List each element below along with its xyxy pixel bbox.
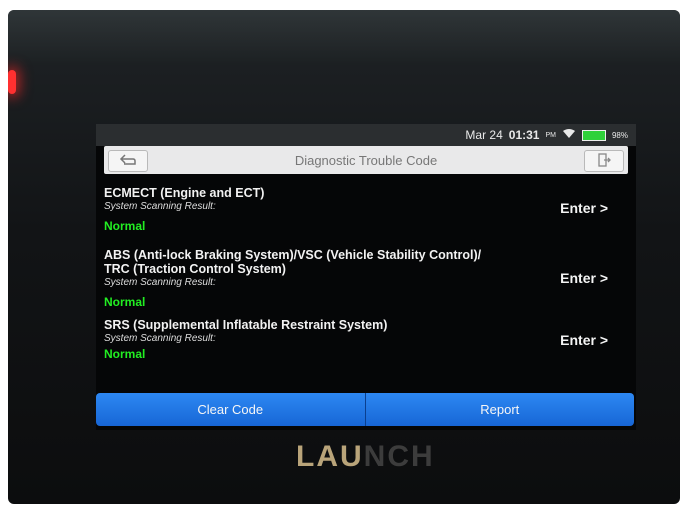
system-name: ECMECT (Engine and ECT)	[104, 186, 265, 200]
status-date: Mar 24	[465, 128, 503, 142]
system-item: SRS (Supplemental Inflatable Restraint S…	[96, 318, 636, 362]
brand-logo-part2: NCH	[363, 440, 435, 473]
title-bar: Diagnostic Trouble Code	[104, 146, 628, 174]
scan-status: Normal	[104, 219, 146, 233]
back-button[interactable]	[108, 150, 148, 172]
report-button[interactable]: Report	[366, 393, 635, 426]
scan-label: System Scanning Result:	[104, 201, 216, 212]
scan-status: Normal	[104, 295, 146, 309]
screen: Mar 24 01:31 PM 98% Diagnostic Trouble C…	[96, 124, 636, 430]
action-bar: Clear Code Report	[96, 393, 634, 426]
exit-icon	[597, 152, 611, 170]
status-bar: Mar 24 01:31 PM 98%	[96, 124, 636, 146]
battery-percent: 98%	[611, 130, 628, 140]
enter-button[interactable]: Enter >	[560, 270, 608, 286]
system-name: TRC (Traction Control System)	[104, 262, 286, 276]
device-top-glare	[8, 10, 680, 65]
back-arrow-icon	[119, 153, 137, 169]
power-led	[8, 70, 16, 94]
page-title: Diagnostic Trouble Code	[294, 152, 438, 168]
enter-button[interactable]: Enter >	[560, 200, 608, 216]
enter-button[interactable]: Enter >	[560, 332, 608, 348]
status-time: 01:31	[508, 128, 540, 142]
battery-icon	[581, 129, 606, 141]
system-item: ECMECT (Engine and ECT) System Scanning …	[96, 186, 636, 234]
scan-status: Normal	[104, 347, 146, 361]
system-list: ECMECT (Engine and ECT) System Scanning …	[96, 178, 636, 361]
brand-logo-part1: LAU	[296, 440, 364, 473]
wifi-icon	[562, 128, 576, 142]
system-name: SRS (Supplemental Inflatable Restraint S…	[104, 318, 388, 332]
system-name: ABS (Anti-lock Braking System)/VSC (Vehi…	[104, 248, 482, 262]
brand-logo: LAUNCH	[296, 440, 435, 474]
scan-label: System Scanning Result:	[104, 333, 216, 344]
system-item: ABS (Anti-lock Braking System)/VSC (Vehi…	[96, 248, 636, 310]
clear-code-button[interactable]: Clear Code	[96, 393, 365, 426]
exit-button[interactable]	[584, 150, 624, 172]
scan-label: System Scanning Result:	[104, 277, 216, 288]
status-ampm: PM	[545, 131, 556, 139]
